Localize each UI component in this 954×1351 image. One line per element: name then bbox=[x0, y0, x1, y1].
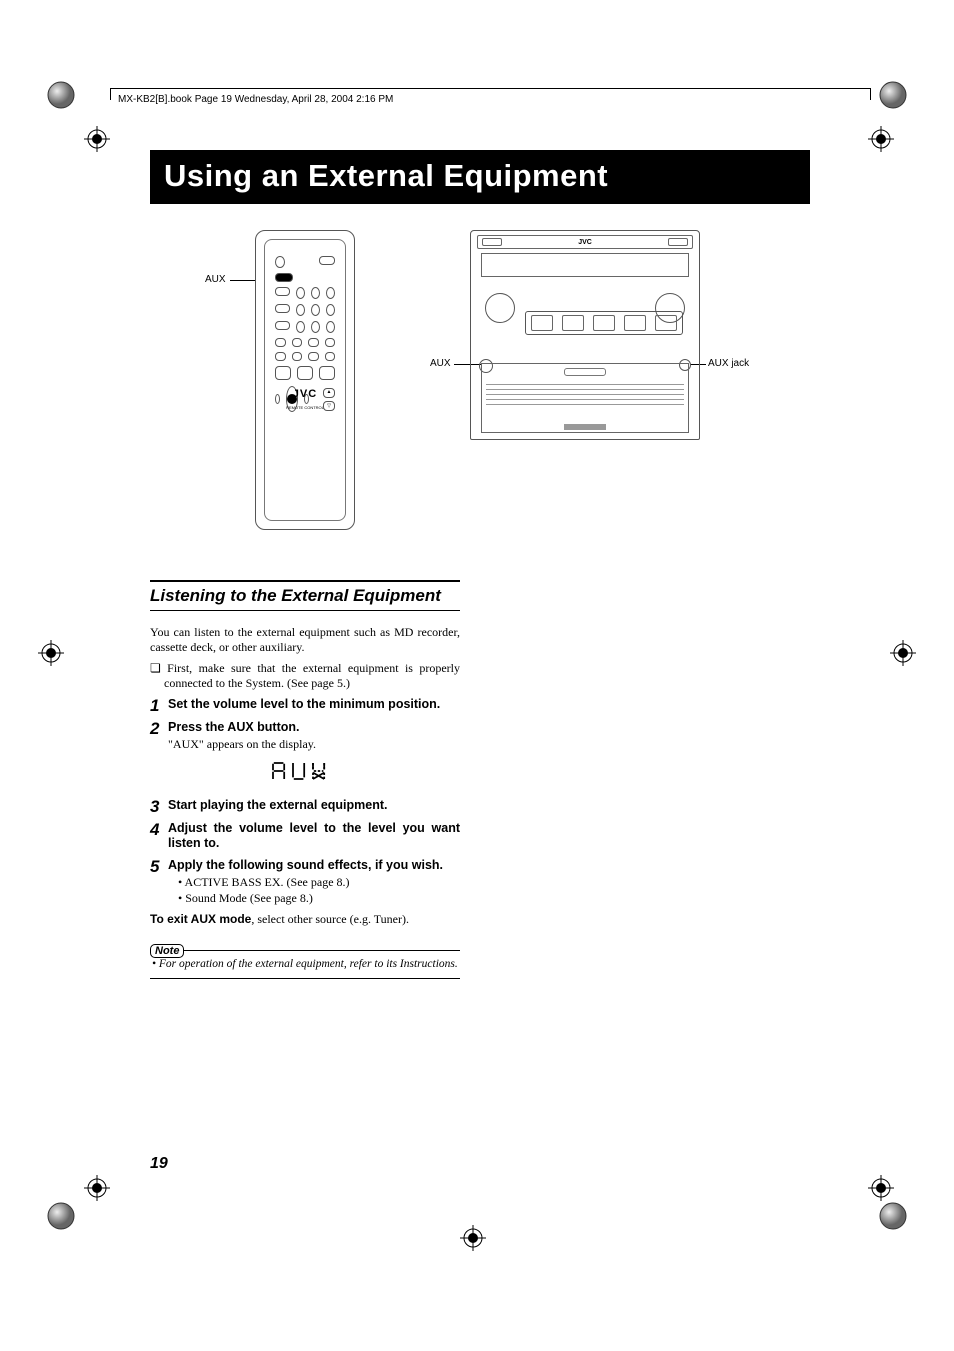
step-bullets: ACTIVE BASS EX. (See page 8.) Sound Mode… bbox=[168, 874, 460, 906]
crosshair-icon bbox=[868, 1175, 894, 1201]
step-3: 3 Start playing the external equipment. bbox=[150, 798, 460, 815]
reg-sphere-icon bbox=[878, 1201, 908, 1231]
step-heading: Adjust the volume level to the level you… bbox=[168, 821, 460, 852]
crop-line bbox=[110, 88, 870, 89]
precheck-paragraph: ❏ First, make sure that the external equ… bbox=[150, 661, 460, 691]
note-text: • For operation of the external equipmen… bbox=[150, 957, 460, 972]
unit-brand: JVC bbox=[578, 239, 592, 246]
crosshair-icon bbox=[84, 1175, 110, 1201]
page: MX-KB2[B].book Page 19 Wednesday, April … bbox=[0, 0, 954, 1351]
step-heading: Set the volume level to the minimum posi… bbox=[168, 697, 460, 713]
lcd-aux-icon bbox=[150, 759, 460, 788]
running-header: MX-KB2[B].book Page 19 Wednesday, April … bbox=[118, 94, 393, 105]
rule bbox=[150, 978, 460, 979]
brand-logo: JVC bbox=[265, 388, 345, 400]
crop-tick bbox=[110, 88, 111, 100]
exit-line: To exit AUX mode, select other source (e… bbox=[150, 912, 460, 927]
step-number: 4 bbox=[150, 821, 168, 852]
callout-aux-unit: AUX bbox=[430, 358, 451, 369]
step-number: 5 bbox=[150, 858, 168, 906]
step-2: 2 Press the AUX button. "AUX" appears on… bbox=[150, 720, 460, 753]
diagram-row: AUX bbox=[150, 230, 810, 550]
note-badge: Note bbox=[150, 944, 184, 958]
chapter-title-bar: Using an External Equipment bbox=[150, 150, 810, 204]
section-heading: Listening to the External Equipment bbox=[150, 586, 460, 606]
bullet-item: Sound Mode (See page 8.) bbox=[178, 890, 460, 906]
rule bbox=[150, 950, 460, 951]
mainunit-diagram: JVC bbox=[470, 230, 700, 440]
content-area: Using an External Equipment AUX bbox=[150, 150, 810, 979]
step-heading: Press the AUX button. bbox=[168, 720, 460, 736]
step-number: 2 bbox=[150, 720, 168, 753]
precheck-text: First, make sure that the external equip… bbox=[164, 661, 460, 690]
step-4: 4 Adjust the volume level to the level y… bbox=[150, 821, 460, 852]
remote-outline: ▲▽ JVC REMOTE CONTROL bbox=[264, 239, 346, 521]
checkbox-icon: ❏ bbox=[150, 661, 161, 675]
exit-rest: , select other source (e.g. Tuner). bbox=[251, 912, 409, 926]
crosshair-icon bbox=[38, 640, 64, 666]
crop-tick bbox=[870, 88, 871, 100]
remote-diagram: ▲▽ JVC REMOTE CONTROL bbox=[255, 230, 355, 530]
callout-aux-remote: AUX bbox=[205, 274, 226, 285]
intro-paragraph: You can listen to the external equipment… bbox=[150, 625, 460, 655]
step-subtext: "AUX" appears on the display. bbox=[168, 737, 460, 753]
step-heading: Start playing the external equipment. bbox=[168, 798, 460, 814]
crosshair-icon bbox=[890, 640, 916, 666]
step-1: 1 Set the volume level to the minimum po… bbox=[150, 697, 460, 714]
chapter-title: Using an External Equipment bbox=[164, 158, 796, 194]
crosshair-icon bbox=[868, 126, 894, 152]
step-heading: Apply the following sound effects, if yo… bbox=[168, 858, 460, 874]
step-number: 1 bbox=[150, 697, 168, 714]
reg-sphere-icon bbox=[46, 80, 76, 110]
page-number: 19 bbox=[150, 1155, 168, 1173]
step-5: 5 Apply the following sound effects, if … bbox=[150, 858, 460, 906]
bullet-item: ACTIVE BASS EX. (See page 8.) bbox=[178, 874, 460, 890]
reg-sphere-icon bbox=[878, 80, 908, 110]
note-block: Note • For operation of the external equ… bbox=[150, 939, 460, 979]
callout-aux-jack: AUX jack bbox=[708, 358, 749, 369]
crosshair-icon bbox=[84, 126, 110, 152]
step-number: 3 bbox=[150, 798, 168, 815]
crosshair-icon bbox=[460, 1225, 486, 1251]
rule bbox=[150, 610, 460, 611]
text-column: Listening to the External Equipment You … bbox=[150, 580, 460, 979]
rule bbox=[150, 580, 460, 582]
exit-bold: To exit AUX mode bbox=[150, 912, 251, 926]
reg-sphere-icon bbox=[46, 1201, 76, 1231]
remote-subtitle: REMOTE CONTROL bbox=[265, 405, 345, 410]
